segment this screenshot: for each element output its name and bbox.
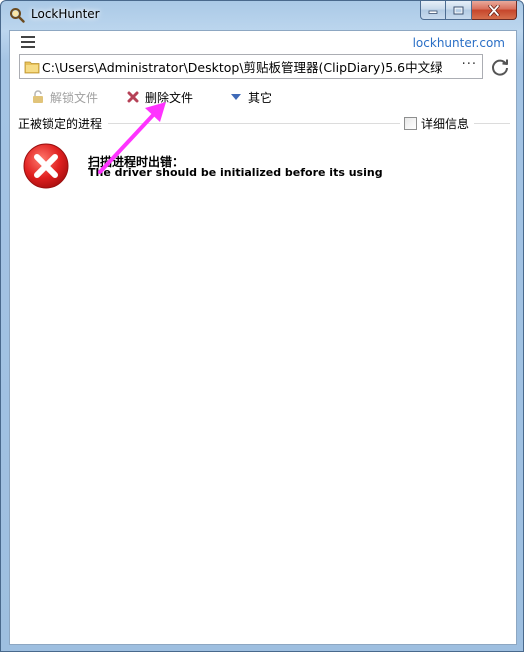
path-field[interactable]: ··· <box>19 54 483 79</box>
caption-buttons <box>420 1 517 20</box>
browse-button[interactable]: ··· <box>462 57 477 72</box>
title-bar[interactable]: LockHunter <box>1 1 523 29</box>
window-title: LockHunter <box>31 7 100 21</box>
details-label: 详细信息 <box>421 117 470 131</box>
chevron-down-icon <box>228 89 244 105</box>
toolbar: 解锁文件 删除文件 其它 <box>10 86 516 108</box>
minimize-button[interactable] <box>420 1 446 20</box>
section-divider <box>108 123 400 124</box>
delete-button[interactable]: 删除文件 <box>125 87 193 107</box>
unlock-button[interactable]: 解锁文件 <box>30 87 98 107</box>
close-button[interactable] <box>472 1 517 20</box>
unlock-icon <box>30 89 46 105</box>
locked-processes-heading: 正被锁定的进程 <box>18 117 103 131</box>
unlock-label: 解锁文件 <box>50 90 99 105</box>
maximize-icon <box>453 6 464 14</box>
client-area: lockhunter.com ··· 解锁文件 <box>9 30 517 645</box>
maximize-button[interactable] <box>446 1 472 20</box>
window-frame: LockHunter lockhunter.com C:\Users\Admin… <box>0 0 524 652</box>
lockhunter-app-icon <box>10 8 25 23</box>
path-input[interactable] <box>42 57 442 76</box>
error-message: The driver should be initialized before … <box>88 166 383 179</box>
error-icon <box>23 143 69 189</box>
other-dropdown-button[interactable]: 其它 <box>228 87 272 107</box>
menu-icon[interactable] <box>21 36 35 48</box>
folder-icon <box>24 61 40 74</box>
details-toggle[interactable]: 详细信息 <box>404 115 469 132</box>
other-label: 其它 <box>248 90 273 105</box>
section-divider-right <box>474 123 510 124</box>
refresh-icon[interactable] <box>489 56 511 78</box>
delete-icon <box>125 89 141 105</box>
minimize-icon <box>428 10 438 14</box>
close-icon <box>488 4 500 16</box>
lockhunter-website-link[interactable]: lockhunter.com <box>413 36 505 50</box>
details-checkbox[interactable] <box>404 117 417 130</box>
delete-label: 删除文件 <box>145 90 194 105</box>
